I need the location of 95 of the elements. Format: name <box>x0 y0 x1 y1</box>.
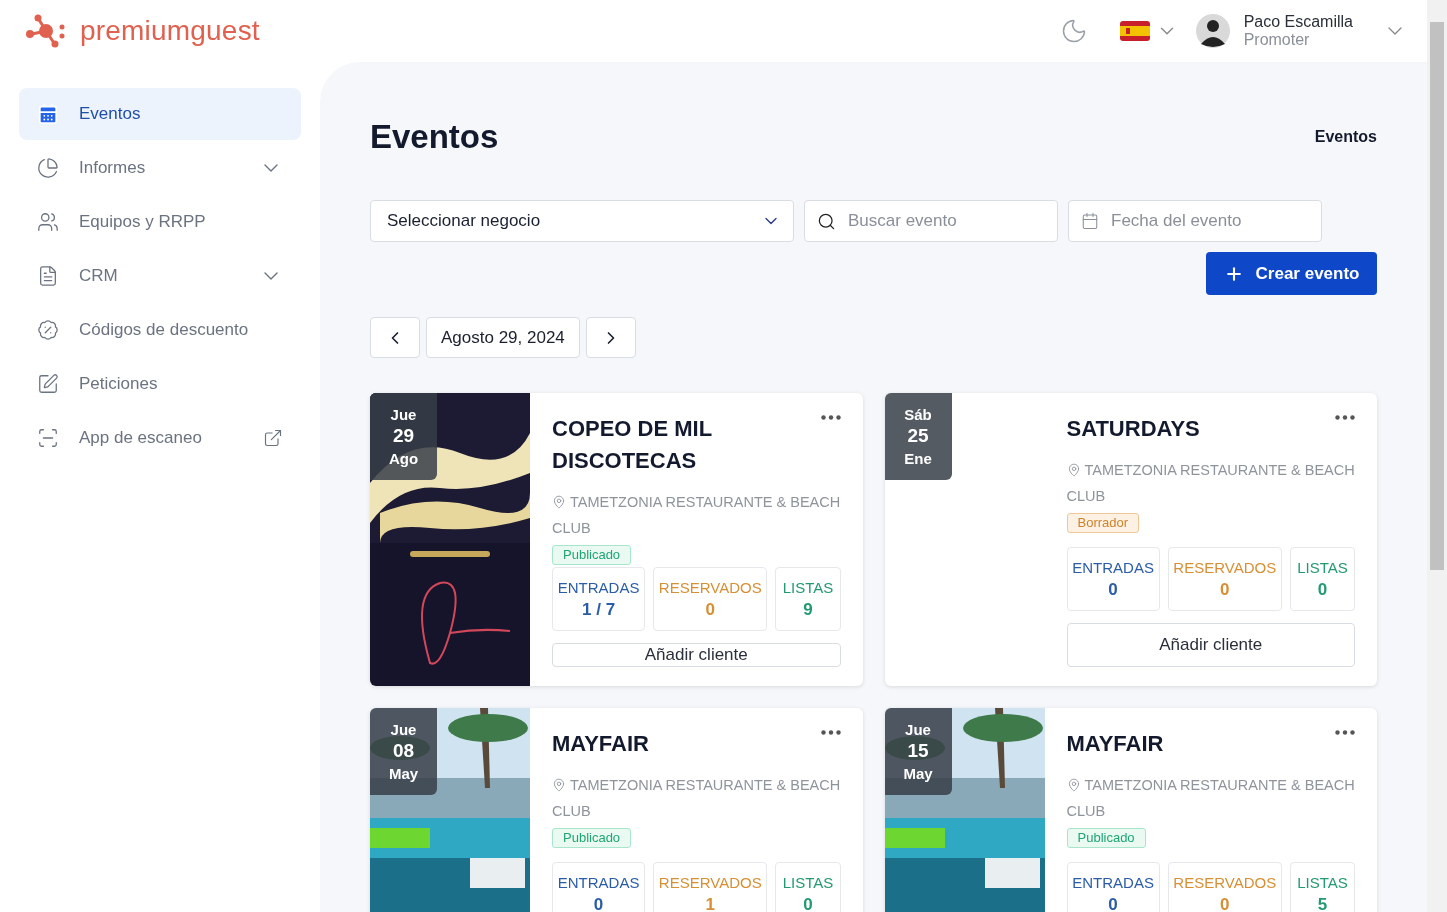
search-icon <box>817 211 836 231</box>
date-day: 25 <box>907 424 929 449</box>
more-icon <box>820 415 841 420</box>
venue-text: TAMETZONIA RESTAURANTE & BEACH CLUB <box>1066 461 1355 506</box>
breadcrumb: Eventos <box>1314 128 1377 146</box>
create-event-button[interactable]: Crear evento <box>1206 252 1377 295</box>
date-day: 29 <box>392 424 415 449</box>
logo-text: premiumguest <box>80 15 260 47</box>
sidebar-item[interactable]: CRM <box>19 250 301 302</box>
stat-label: ENTRADAS <box>1072 873 1154 891</box>
edit-icon <box>37 373 59 395</box>
sidebar-item[interactable]: Eventos <box>19 88 301 140</box>
search-field[interactable]: Buscar evento <box>804 200 1058 242</box>
location-pin-icon <box>552 778 566 792</box>
more-icon <box>820 730 841 735</box>
more-button[interactable] <box>1335 415 1355 420</box>
external-link-icon <box>263 428 283 448</box>
sidebar-item[interactable]: Peticiones <box>19 358 301 410</box>
more-button[interactable] <box>820 730 841 735</box>
search-input[interactable]: Buscar evento <box>846 210 1045 232</box>
stat-label: LISTAS <box>1297 873 1348 891</box>
event-title: COPEO DE MIL DISCOTECAS <box>552 415 713 475</box>
stat-label: ENTRADAS <box>557 873 640 891</box>
stat-value: 0 <box>705 599 715 620</box>
stat-value: 9 <box>803 599 813 620</box>
event-title: MAYFAIR <box>552 730 650 758</box>
pie-chart-icon <box>37 157 59 179</box>
stat-value: 0 <box>803 894 813 912</box>
stat-label: RESERVADOS <box>1173 873 1277 891</box>
date-weekday: Jue <box>905 719 931 740</box>
status-badge: Publicado <box>552 545 632 565</box>
location-pin-icon <box>552 495 566 509</box>
status-badge: Publicado <box>552 828 632 848</box>
scan-icon <box>37 427 59 449</box>
scrollbar[interactable] <box>1427 0 1447 912</box>
discount-badge-icon <box>37 319 59 341</box>
stat-label: LISTAS <box>782 578 834 596</box>
sidebar-item[interactable]: Informes <box>19 142 301 194</box>
date-field[interactable]: Fecha del evento <box>1068 200 1322 242</box>
flag-icon[interactable] <box>1119 21 1150 41</box>
more-icon <box>1335 730 1355 735</box>
user-role: Promoter <box>1243 31 1311 49</box>
business-select[interactable]: Seleccionar negocio <box>370 200 794 242</box>
stat-label: LISTAS <box>1297 558 1348 576</box>
date-input[interactable]: Fecha del evento <box>1109 210 1309 232</box>
location-pin-icon <box>1066 463 1081 477</box>
date-weekday: Sáb <box>904 404 932 425</box>
status-badge: Borrador <box>1066 513 1140 533</box>
date-month: Ene <box>904 448 932 469</box>
sidebar-item[interactable]: Códigos de descuento <box>19 304 301 356</box>
avatar-icon <box>1195 14 1230 48</box>
stat-label: LISTAS <box>782 873 834 891</box>
date-month: May <box>903 763 933 784</box>
venue-text: TAMETZONIA RESTAURANTE & BEACH CLUB <box>552 493 841 538</box>
add-client-button[interactable]: Añadir cliente <box>1066 623 1355 667</box>
scrollbar-thumb[interactable] <box>1430 22 1444 570</box>
users-icon <box>37 211 59 233</box>
venue-text: TAMETZONIA RESTAURANTE & BEACH CLUB <box>552 776 841 821</box>
calendar-icon <box>1081 212 1099 230</box>
more-button[interactable] <box>1335 730 1355 735</box>
date-day: 08 <box>392 739 415 764</box>
sidebar-item[interactable]: Equipos y RRPP <box>19 196 301 248</box>
location-pin-icon <box>1066 778 1081 792</box>
stat-value: 0 <box>1108 894 1118 912</box>
stat-value: 1 <box>705 894 715 912</box>
stat-label: ENTRADAS <box>1072 558 1154 576</box>
stat-value: 0 <box>593 894 604 912</box>
page-title: Eventos <box>370 118 499 156</box>
stat-value: 0 <box>1317 579 1328 600</box>
stat-label: RESERVADOS <box>658 578 762 596</box>
add-client-button[interactable]: Añadir cliente <box>552 643 841 667</box>
date-day: 15 <box>907 739 929 764</box>
more-icon <box>1335 415 1355 420</box>
calendar-icon <box>37 103 59 125</box>
document-icon <box>37 265 59 287</box>
date-weekday: Jue <box>390 719 417 740</box>
event-title: MAYFAIR <box>1066 730 1165 758</box>
stat-value: 0 <box>1220 579 1230 600</box>
venue-text: TAMETZONIA RESTAURANTE & BEACH CLUB <box>1066 776 1355 821</box>
date-month: Ago <box>388 448 419 469</box>
stat-label: RESERVADOS <box>1173 558 1277 576</box>
stat-value: 1 / 7 <box>582 599 616 620</box>
sidebar-item[interactable]: App de escaneo <box>19 412 301 464</box>
stat-value: 0 <box>1220 894 1230 912</box>
stat-value: 0 <box>1108 579 1118 600</box>
current-date[interactable]: Agosto 29, 2024 <box>426 317 580 358</box>
user-name: Paco Escamilla <box>1243 13 1353 31</box>
status-badge: Publicado <box>1066 828 1146 848</box>
stat-value: 5 <box>1317 894 1328 912</box>
date-month: May <box>388 763 419 784</box>
date-weekday: Jue <box>390 404 417 425</box>
stat-label: RESERVADOS <box>658 873 762 891</box>
more-button[interactable] <box>820 415 841 420</box>
stat-label: ENTRADAS <box>557 578 640 596</box>
event-title: SATURDAYS <box>1066 415 1201 443</box>
